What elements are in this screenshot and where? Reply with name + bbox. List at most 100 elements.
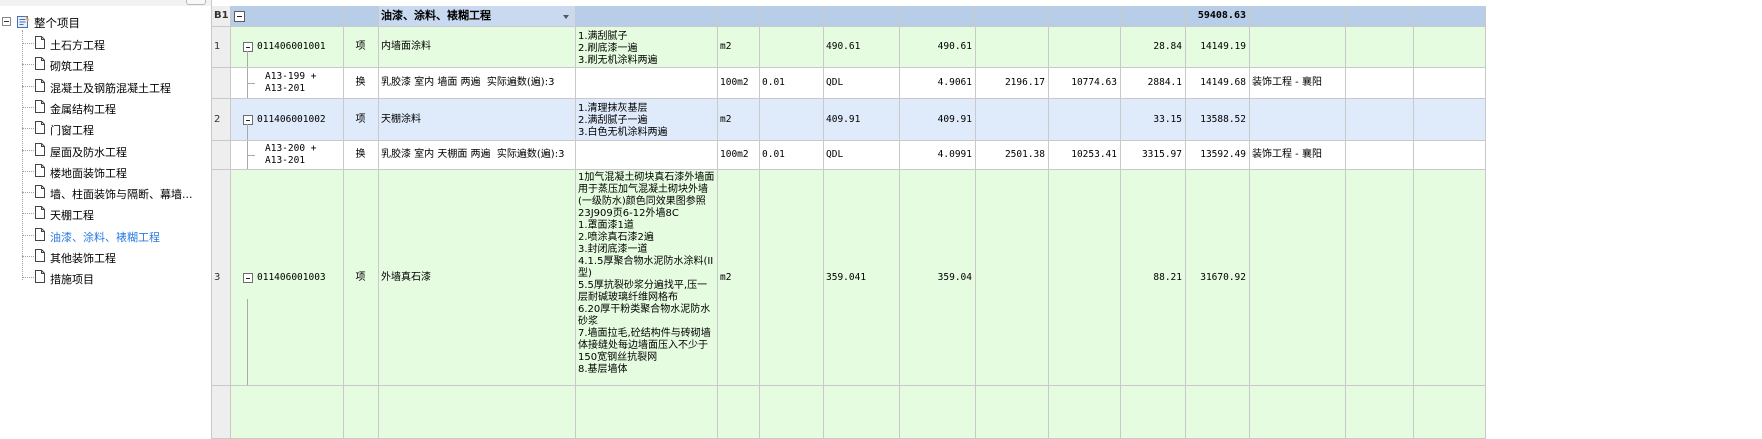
code-cell[interactable]: 011406001001 [231, 27, 344, 68]
empty-cell[interactable] [231, 386, 344, 439]
section-name-cell[interactable]: 油漆、涂料、裱糊工程 [379, 6, 576, 27]
unit-price-cell[interactable]: 33.15 [1121, 99, 1186, 141]
unit-cell[interactable]: 100m2 [718, 68, 760, 99]
empty-cell[interactable] [1346, 99, 1414, 141]
bill-item-row[interactable]: 1 011406001001 项 内墙面涂料 1.满刮腻子 2.刷底漆一遍 3.刷无机涂… [212, 27, 1486, 68]
unit-cell[interactable]: m2 [718, 99, 760, 141]
specialty-cell[interactable]: 装饰工程 - 襄阳 [1250, 141, 1346, 170]
feature-description-cell[interactable]: 1加气混凝土砌块真石漆外墙面用于蒸压加气混凝土砌块外墙(一级防水)颜色同效果图参… [576, 170, 718, 386]
qty-cell[interactable]: 359.04 [900, 170, 976, 386]
specialty-cell[interactable] [1250, 170, 1346, 386]
qty-cell[interactable]: 409.91 [900, 99, 976, 141]
collapse-icon[interactable] [234, 11, 245, 22]
type-cell[interactable]: 换 [344, 68, 379, 99]
tree-root-node[interactable]: 整个项目 [0, 12, 211, 32]
qty-expr-cell[interactable]: 490.61 [824, 27, 900, 68]
feature-description-cell[interactable] [576, 68, 718, 99]
empty-cell[interactable] [976, 386, 1049, 439]
amount-cell[interactable]: 10774.63 [1049, 68, 1121, 99]
coef-cell[interactable] [760, 170, 824, 386]
qty-expr-cell[interactable]: 359.041 [824, 170, 900, 386]
item-name-cell[interactable]: 天棚涂料 [379, 99, 576, 141]
specialty-cell[interactable] [1250, 99, 1346, 141]
quota-row[interactable]: A13-200 + A13-201 换 乳胶漆 室内 天棚面 两遍 实际遍数(遍):… [212, 141, 1486, 170]
type-cell[interactable]: 项 [344, 99, 379, 141]
total-cell[interactable]: 13592.49 [1186, 141, 1250, 170]
tree-item[interactable]: 天棚工程 [0, 203, 211, 224]
item-name-cell[interactable]: 乳胶漆 室内 墙面 两遍 实际遍数(遍):3 [379, 68, 576, 99]
tree-item[interactable]: 门窗工程 [0, 118, 211, 139]
qty-cell[interactable]: 490.61 [900, 27, 976, 68]
total-cell[interactable]: 14149.68 [1186, 68, 1250, 99]
specialty-cell[interactable]: 装饰工程 - 襄阳 [1250, 68, 1346, 99]
tree-item[interactable]: 楼地面装饰工程 [0, 161, 211, 182]
unit-price-cell[interactable]: 28.84 [1121, 27, 1186, 68]
collapse-icon[interactable] [243, 272, 253, 283]
tree-item[interactable]: 油漆、涂料、裱糊工程 [0, 225, 211, 246]
code-cell[interactable]: 011406001002 [231, 99, 344, 141]
total-cell[interactable]: 31670.92 [1186, 170, 1250, 386]
collapse-toggle-icon[interactable] [2, 17, 11, 26]
empty-cell[interactable] [576, 386, 718, 439]
empty-cell[interactable] [1414, 141, 1486, 170]
qty-expr-cell[interactable]: 409.91 [824, 99, 900, 141]
empty-cell[interactable] [718, 386, 760, 439]
bill-item-row[interactable]: 2 011406001002 项 天棚涂料 1.清理抹灰基层 2.满刮腻子一遍 3.白色… [212, 99, 1486, 141]
empty-cell[interactable] [760, 386, 824, 439]
collapse-icon[interactable] [243, 114, 253, 125]
tree-item[interactable]: 混凝土及钢筋混凝土工程 [0, 76, 211, 97]
section-row[interactable]: B1 油漆、涂料、裱糊工程 59408.63 [212, 6, 1486, 27]
empty-cell[interactable] [1346, 141, 1414, 170]
total-cell[interactable]: 14149.19 [1186, 27, 1250, 68]
code-cell[interactable]: 011406001003 [231, 170, 344, 386]
feature-description-cell[interactable] [576, 141, 718, 170]
coef-cell[interactable]: 0.01 [760, 68, 824, 99]
chevron-down-icon[interactable] [561, 11, 572, 22]
unit-price-cell[interactable]: 3315.97 [1121, 141, 1186, 170]
coef-cell[interactable] [760, 27, 824, 68]
empty-cell[interactable] [1346, 27, 1414, 68]
empty-cell[interactable] [1414, 170, 1486, 386]
type-cell[interactable]: 换 [344, 141, 379, 170]
price-cell[interactable] [976, 27, 1049, 68]
empty-cell[interactable] [824, 386, 900, 439]
coef-cell[interactable]: 0.01 [760, 141, 824, 170]
qty-expr-cell[interactable]: QDL [824, 68, 900, 99]
tree-item[interactable]: 其他装饰工程 [0, 246, 211, 267]
type-cell[interactable]: 项 [344, 27, 379, 68]
tree-item[interactable]: 金属结构工程 [0, 97, 211, 118]
bill-item-row[interactable] [212, 386, 1486, 439]
tree-item[interactable]: 土石方工程 [0, 33, 211, 54]
bill-item-row[interactable]: 3 011406001003 项 外墙真石漆 1加气混凝土砌块真石漆外墙面用于蒸压加气混… [212, 170, 1486, 386]
empty-cell[interactable] [1250, 386, 1346, 439]
coef-cell[interactable] [760, 99, 824, 141]
empty-cell[interactable] [1414, 99, 1486, 141]
tree-item[interactable]: 措施项目 [0, 267, 211, 288]
collapse-icon[interactable] [243, 42, 253, 52]
code-cell[interactable]: A13-199 + A13-201 [231, 68, 344, 99]
empty-cell[interactable] [1414, 27, 1486, 68]
empty-cell[interactable] [1414, 386, 1486, 439]
empty-cell[interactable] [344, 386, 379, 439]
amount-cell[interactable]: 10253.41 [1049, 141, 1121, 170]
empty-cell[interactable] [900, 386, 976, 439]
empty-cell[interactable] [379, 386, 576, 439]
empty-cell[interactable] [212, 386, 231, 439]
unit-cell[interactable]: m2 [718, 27, 760, 68]
unit-price-cell[interactable]: 88.21 [1121, 170, 1186, 386]
qty-cell[interactable]: 4.0991 [900, 141, 976, 170]
price-cell[interactable]: 2501.38 [976, 141, 1049, 170]
item-name-cell[interactable]: 内墙面涂料 [379, 27, 576, 68]
empty-cell[interactable] [1414, 68, 1486, 99]
type-cell[interactable]: 项 [344, 170, 379, 386]
tree-collapse-button[interactable] [186, 0, 206, 5]
code-cell[interactable]: A13-200 + A13-201 [231, 141, 344, 170]
empty-cell[interactable] [1346, 68, 1414, 99]
price-cell[interactable] [976, 170, 1049, 386]
item-name-cell[interactable]: 外墙真石漆 [379, 170, 576, 386]
tree-item[interactable]: 屋面及防水工程 [0, 140, 211, 161]
unit-cell[interactable]: 100m2 [718, 141, 760, 170]
feature-description-cell[interactable]: 1.清理抹灰基层 2.满刮腻子一遍 3.白色无机涂料两遍 [576, 99, 718, 141]
tree-item[interactable]: 砌筑工程 [0, 54, 211, 75]
empty-cell[interactable] [1186, 386, 1250, 439]
